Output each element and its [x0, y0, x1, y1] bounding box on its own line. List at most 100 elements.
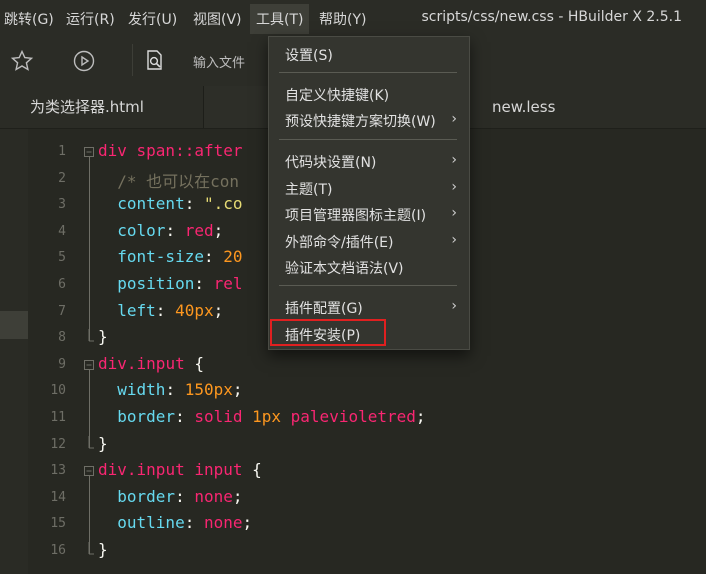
code-token: }: [98, 540, 108, 559]
file-search-icon: [147, 50, 162, 70]
code-token: border: [98, 486, 176, 506]
file-search-field[interactable]: 输入文件: [132, 44, 263, 76]
code-token: rel: [213, 274, 243, 293]
code-line[interactable]: /* 也可以在con: [98, 168, 239, 192]
highlight-box: [270, 319, 386, 346]
line-number: 14: [50, 489, 66, 505]
code-token: div: [98, 460, 127, 480]
code-token: 40px: [175, 300, 214, 320]
code-token: ::after: [175, 141, 243, 160]
code-token: 1px: [252, 407, 291, 426]
code-token: :: [184, 194, 204, 214]
window-title: scripts/css/new.css - HBuilder X 2.5.1: [421, 9, 682, 25]
menu-item-help[interactable]: 帮助(Y): [319, 9, 366, 29]
code-line[interactable]: }: [98, 434, 108, 453]
fold-guide: [89, 475, 90, 554]
code-token: ;: [213, 300, 224, 320]
code-line[interactable]: border: solid 1px palevioletred;: [98, 407, 425, 426]
code-line[interactable]: font-size: 20: [98, 247, 242, 267]
line-number: 2: [58, 170, 66, 186]
menu-validate-syntax[interactable]: 验证本文档语法(V): [285, 258, 404, 278]
code-line[interactable]: width: 150px;: [98, 380, 243, 400]
code-token: :: [165, 380, 185, 400]
code-line[interactable]: div.input {: [98, 354, 204, 373]
code-token: palevioletred: [290, 407, 416, 426]
line-number: 1: [58, 144, 66, 159]
line-number: 3: [58, 197, 66, 213]
code-token: ;: [232, 380, 243, 400]
code-token: outline: [98, 513, 185, 533]
menu-project-icon-theme[interactable]: 项目管理器图标主题(I): [285, 205, 426, 225]
code-line[interactable]: border: none;: [98, 486, 242, 506]
code-token: :: [165, 220, 185, 240]
code-line[interactable]: position: rel: [98, 274, 243, 293]
star-icon[interactable]: [10, 49, 34, 73]
code-line[interactable]: }: [98, 540, 108, 559]
code-line[interactable]: color: red;: [98, 221, 223, 240]
menu-bar: 跳转(G) 运行(R) 发行(U) 视图(V) 工具(T) 帮助(Y) scri…: [0, 0, 706, 36]
code-token: /* 也可以在con: [98, 171, 240, 191]
code-token: :: [175, 486, 195, 506]
left-side-panel: [0, 129, 28, 574]
code-line[interactable]: div span::after: [98, 141, 243, 160]
code-token: none: [203, 513, 243, 533]
code-token: {: [242, 460, 262, 480]
line-number: 12: [50, 436, 66, 452]
code-token: left: [98, 300, 156, 320]
line-number: 9: [58, 356, 66, 372]
code-token: ".co: [203, 194, 243, 214]
code-token: .input: [126, 460, 195, 480]
fold-guide: [89, 368, 90, 448]
code-line[interactable]: }: [98, 327, 108, 346]
menu-separator: [279, 285, 457, 286]
code-token: ;: [213, 220, 224, 240]
code-token: }: [98, 327, 108, 347]
line-number: 16: [50, 543, 66, 558]
code-token: :: [184, 513, 204, 533]
code-token: div: [98, 141, 137, 160]
submenu-chevron-icon: ›: [451, 232, 457, 248]
code-token: 150px: [184, 380, 233, 400]
code-token: :: [155, 300, 176, 320]
code-line[interactable]: outline: none;: [98, 513, 252, 532]
code-token: {: [184, 353, 204, 373]
code-line[interactable]: left: 40px;: [98, 301, 223, 320]
menu-settings[interactable]: 设置(S): [285, 45, 333, 65]
fold-guide: [89, 156, 90, 342]
code-token: font-size: [98, 247, 204, 267]
menu-item-tools[interactable]: 工具(T): [250, 4, 310, 34]
line-number: 15: [50, 516, 66, 532]
menu-theme[interactable]: 主题(T): [285, 179, 332, 199]
menu-snippet-settings[interactable]: 代码块设置(N): [285, 152, 376, 172]
line-number: 5: [58, 250, 66, 266]
tab-html-file[interactable]: 为类选择器.html: [0, 86, 204, 128]
submenu-chevron-icon: ›: [451, 111, 457, 127]
tab-label: 为类选择器.html: [30, 98, 144, 116]
submenu-chevron-icon: ›: [451, 152, 457, 168]
menu-shortcut-scheme[interactable]: 预设快捷键方案切换(W): [285, 111, 436, 131]
file-search-input[interactable]: 输入文件: [193, 52, 245, 71]
menu-item-publish[interactable]: 发行(U): [128, 9, 177, 29]
tab-label: new.less: [492, 98, 556, 116]
code-token: span: [136, 141, 176, 160]
selected-row-marker: [0, 311, 28, 339]
code-token: :: [175, 407, 195, 426]
menu-plugin-config[interactable]: 插件配置(G): [285, 298, 363, 318]
code-token: solid: [194, 407, 253, 426]
code-token: :: [194, 274, 214, 293]
tools-menu: 设置(S) 自定义快捷键(K) 预设快捷键方案切换(W) › 代码块设置(N) …: [268, 36, 470, 350]
code-token: none: [194, 486, 233, 506]
play-icon[interactable]: [72, 49, 96, 73]
line-number: 6: [58, 277, 66, 292]
code-token: .input: [126, 353, 185, 373]
code-line[interactable]: div.input input {: [98, 460, 262, 479]
menu-custom-shortcuts[interactable]: 自定义快捷键(K): [285, 85, 389, 105]
code-token: red: [184, 220, 214, 240]
line-number: 8: [58, 330, 66, 346]
menu-item-run[interactable]: 运行(R): [66, 9, 115, 29]
code-line[interactable]: content: ".co: [98, 194, 243, 214]
code-token: width: [98, 380, 166, 400]
menu-item-view[interactable]: 视图(V): [193, 9, 242, 29]
menu-external-commands[interactable]: 外部命令/插件(E): [285, 232, 394, 252]
menu-item-jump[interactable]: 跳转(G): [4, 9, 54, 29]
